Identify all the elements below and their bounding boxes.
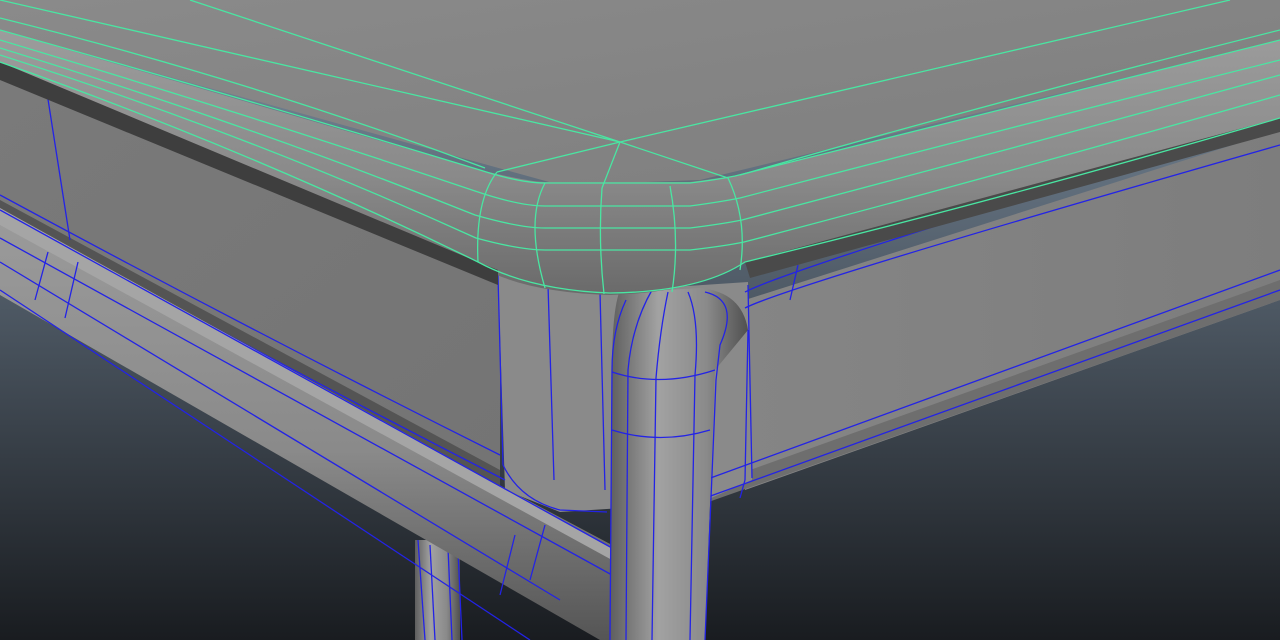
scene-view[interactable] [0,0,1280,640]
maya-perspective-viewport[interactable] [0,0,1280,640]
